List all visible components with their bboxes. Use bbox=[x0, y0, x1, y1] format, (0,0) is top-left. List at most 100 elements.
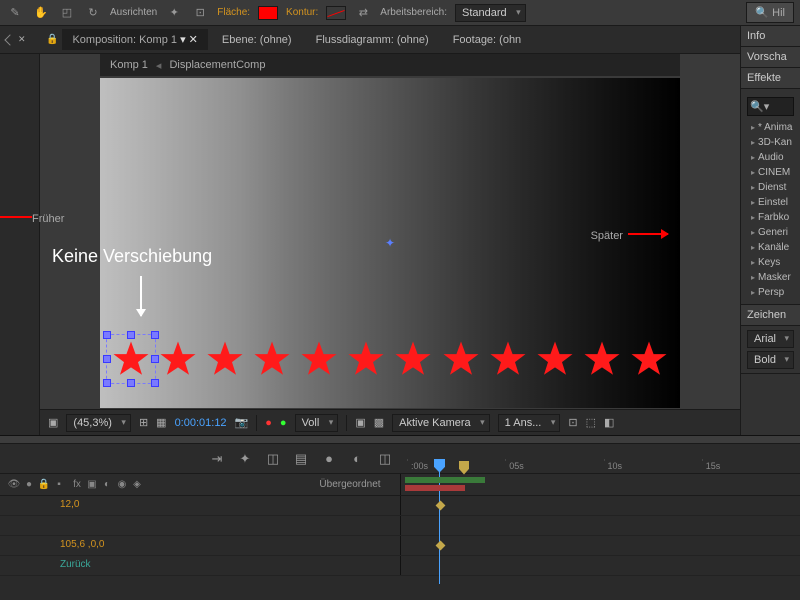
star-shape[interactable] bbox=[345, 338, 387, 380]
composition-canvas[interactable]: Später ✦ bbox=[100, 78, 680, 408]
eye-icon[interactable]: 👁 bbox=[8, 479, 20, 491]
panel-effects[interactable]: Effekte bbox=[741, 68, 800, 89]
effect-category[interactable]: Farbko bbox=[747, 210, 794, 225]
resolution-dropdown[interactable]: Voll bbox=[295, 414, 339, 432]
viewer-icon[interactable]: ⬚ bbox=[586, 416, 596, 429]
effect-category[interactable]: CINEM bbox=[747, 165, 794, 180]
panel-character[interactable]: Zeichen bbox=[741, 305, 800, 326]
tab-flowchart[interactable]: Flussdiagramm: (ohne) bbox=[306, 30, 439, 50]
property-value[interactable]: 12,0 bbox=[0, 496, 300, 515]
work-area-bar[interactable] bbox=[405, 477, 485, 483]
views-dropdown[interactable]: 1 Ans... bbox=[498, 414, 561, 432]
3d-icon[interactable]: ◈ bbox=[131, 479, 143, 491]
channel-icon[interactable]: ● bbox=[265, 417, 272, 429]
transparency-icon[interactable]: ▩ bbox=[374, 416, 384, 429]
crumb-sub[interactable]: DisplacementComp bbox=[169, 59, 265, 71]
grid-icon[interactable]: ⊞ bbox=[139, 416, 148, 429]
handle[interactable] bbox=[151, 331, 159, 339]
star-shape[interactable] bbox=[251, 338, 293, 380]
panel-preview[interactable]: Vorscha bbox=[741, 47, 800, 68]
keyframe-track[interactable] bbox=[400, 556, 800, 575]
layer-bar[interactable] bbox=[405, 485, 465, 491]
timeline-row[interactable]: Zurück bbox=[0, 556, 800, 576]
tool-icon[interactable]: ✎ bbox=[6, 4, 24, 22]
handle[interactable] bbox=[103, 379, 111, 387]
stroke-swatch[interactable] bbox=[326, 6, 346, 20]
timeline-row[interactable] bbox=[0, 516, 800, 536]
link-icon[interactable]: ⇄ bbox=[354, 4, 372, 22]
help-button[interactable]: 🔍 Hil bbox=[746, 2, 794, 23]
snap-icon[interactable]: ✦ bbox=[165, 4, 183, 22]
roi-icon[interactable]: ▣ bbox=[355, 416, 365, 429]
keyframe-track[interactable] bbox=[400, 516, 800, 535]
property-value[interactable] bbox=[0, 516, 300, 535]
label-icon[interactable]: ▪ bbox=[53, 479, 65, 491]
effect-category[interactable]: Generi bbox=[747, 225, 794, 240]
timecode[interactable]: 0:00:01:12 bbox=[175, 417, 227, 429]
effect-category[interactable]: Masker bbox=[747, 270, 794, 285]
graph-icon[interactable]: ⇥ bbox=[208, 450, 226, 468]
handle[interactable] bbox=[127, 331, 135, 339]
star-shape[interactable] bbox=[440, 338, 482, 380]
keyframe-track[interactable] bbox=[400, 536, 800, 555]
handle[interactable] bbox=[127, 379, 135, 387]
effect-category[interactable]: 3D-Kan bbox=[747, 135, 794, 150]
timeline-row[interactable]: 105,6 ,0,0 bbox=[0, 536, 800, 556]
graph-icon[interactable]: ▤ bbox=[292, 450, 310, 468]
tab-composition[interactable]: Komposition: Komp 1 ▾ ✕ bbox=[62, 29, 207, 50]
star-shape[interactable] bbox=[487, 338, 529, 380]
project-collapse[interactable]: ✕ bbox=[0, 26, 40, 53]
star-shape[interactable] bbox=[157, 338, 199, 380]
effect-category[interactable]: Keys bbox=[747, 255, 794, 270]
graph-icon[interactable]: ◫ bbox=[376, 450, 394, 468]
lock-icon[interactable]: 🔒 bbox=[46, 34, 58, 45]
handle[interactable] bbox=[151, 379, 159, 387]
viewer-icon[interactable]: ◧ bbox=[604, 416, 614, 429]
mb-icon[interactable]: ◐ bbox=[101, 479, 113, 491]
shy-icon[interactable]: ▣ bbox=[86, 479, 98, 491]
effect-category[interactable]: Persp bbox=[747, 285, 794, 300]
property-value[interactable]: 105,6 ,0,0 bbox=[0, 536, 300, 555]
star-shape[interactable] bbox=[204, 338, 246, 380]
effect-category[interactable]: Dienst bbox=[747, 180, 794, 195]
keyframe[interactable] bbox=[436, 501, 446, 511]
effect-category[interactable]: * Anima bbox=[747, 120, 794, 135]
star-shape[interactable] bbox=[298, 338, 340, 380]
tool-icon[interactable]: ↻ bbox=[84, 4, 102, 22]
canvas-area[interactable]: Früher Später ✦ bbox=[40, 76, 740, 409]
workspace-dropdown[interactable]: Standard bbox=[455, 4, 526, 22]
viewer-icon[interactable]: ⊡ bbox=[568, 416, 577, 429]
effect-category[interactable]: Audio bbox=[747, 150, 794, 165]
graph-icon[interactable]: ✦ bbox=[236, 450, 254, 468]
keyframe[interactable] bbox=[436, 541, 446, 551]
camera-dropdown[interactable]: Aktive Kamera bbox=[392, 414, 490, 432]
fill-swatch[interactable] bbox=[258, 6, 278, 20]
snap-icon[interactable]: ⊡ bbox=[191, 4, 209, 22]
tab-layer[interactable]: Ebene: (ohne) bbox=[212, 30, 302, 50]
snapshot-icon[interactable]: 📷 bbox=[235, 416, 249, 429]
tool-icon[interactable]: ✋ bbox=[32, 4, 50, 22]
handle[interactable] bbox=[103, 331, 111, 339]
collapse-icon[interactable]: ▣ bbox=[48, 416, 58, 429]
timeline-divider[interactable] bbox=[0, 436, 800, 444]
marker[interactable] bbox=[459, 461, 469, 475]
guides-icon[interactable]: ▦ bbox=[156, 416, 166, 429]
star-shape[interactable] bbox=[581, 338, 623, 380]
fx-icon[interactable]: fx bbox=[71, 479, 83, 491]
effect-category[interactable]: Einstel bbox=[747, 195, 794, 210]
zoom-dropdown[interactable]: (45,3%) bbox=[66, 414, 131, 432]
weight-dropdown[interactable]: Bold bbox=[747, 351, 794, 369]
star-shape[interactable] bbox=[628, 338, 670, 380]
graph-icon[interactable]: ◫ bbox=[264, 450, 282, 468]
star-shape[interactable] bbox=[534, 338, 576, 380]
graph-icon[interactable]: ◐ bbox=[348, 450, 366, 468]
star-shape[interactable] bbox=[392, 338, 434, 380]
panel-info[interactable]: Info bbox=[741, 26, 800, 47]
property-value[interactable]: Zurück bbox=[0, 556, 300, 575]
star-shape[interactable] bbox=[110, 338, 152, 380]
handle[interactable] bbox=[103, 355, 111, 363]
adj-icon[interactable]: ◉ bbox=[116, 479, 128, 491]
handle[interactable] bbox=[151, 355, 159, 363]
channel-icon[interactable]: ● bbox=[280, 417, 287, 429]
lock-icon[interactable]: 🔒 bbox=[38, 479, 50, 491]
